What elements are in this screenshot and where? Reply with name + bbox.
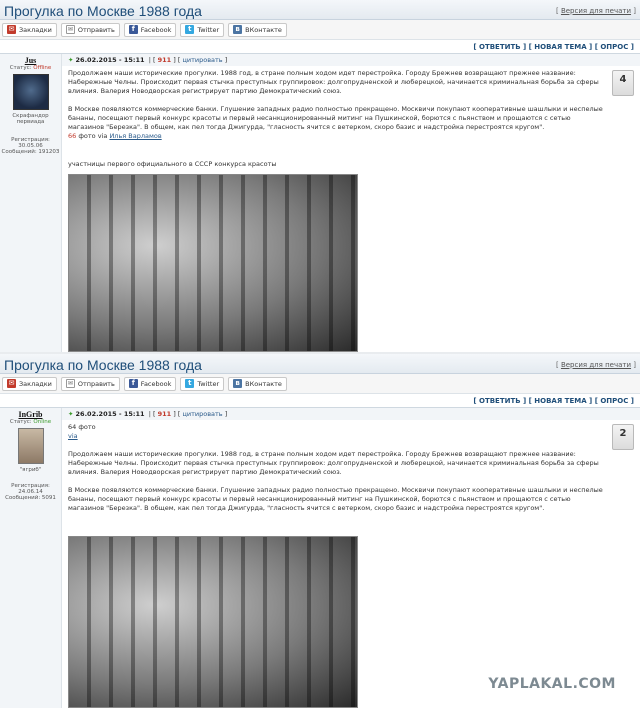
bookmark-button[interactable]: ✉ Закладки <box>2 22 57 37</box>
post-content: ✦ 26.02.2015 - 15:11 | [ 911 ] [ цитиров… <box>62 54 640 352</box>
post-date: 26.02.2015 - 15:11 <box>75 410 145 418</box>
author-status: Online <box>33 419 52 425</box>
topic-title: Прогулка по Москве 1988 года <box>4 2 202 19</box>
share-bar: ✉ Закладки ✉ Отправить f Facebook t Twitter … <box>0 20 640 40</box>
author-nick: "ягриб" <box>19 467 42 473</box>
vk-icon: в <box>233 379 243 388</box>
rating-badge[interactable]: 4 <box>612 70 634 96</box>
print-version-link[interactable]: Версия для печати <box>561 361 631 369</box>
topic-actions[interactable]: [ ОТВЕТИТЬ ] [ НОВАЯ ТЕМА ] [ ОПРОС ] <box>0 394 640 408</box>
post-text: 64 фото via Продолжаем наши исторические… <box>68 423 608 513</box>
twitter-icon: t <box>185 379 195 388</box>
print-version: [ Версия для печати ] <box>555 6 636 15</box>
photo-source: 66 фото via Илья Варламов <box>68 132 162 140</box>
vk-button[interactable]: в ВКонтакте <box>228 376 287 391</box>
paragraph: Продолжаем наши исторические прогулки. 1… <box>68 450 599 476</box>
author-status: Offline <box>33 65 52 71</box>
photo-caption: участницы первого официального в СССР ко… <box>68 160 277 168</box>
bookmark-icon: ✉ <box>7 25 16 34</box>
avatar <box>12 74 49 110</box>
post-meta: ✦ 26.02.2015 - 15:11 | [ 911 ] [ цитиров… <box>62 54 640 66</box>
print-version: [ Версия для печати ] <box>555 360 636 369</box>
via-link[interactable]: via <box>68 432 78 440</box>
author-name[interactable]: Jus <box>0 56 61 65</box>
author-messages: Сообщений: 19120З <box>1 149 60 155</box>
post-icon: ✦ <box>68 410 74 418</box>
beauty-contest-photo <box>68 536 358 708</box>
post-meta: ✦ 26.02.2015 - 15:11 | [ 911 ] [ цитиров… <box>62 408 640 420</box>
author-messages: Сообщений: 5091 <box>5 495 56 501</box>
photo-count: 64 фото <box>68 423 96 431</box>
beauty-contest-photo <box>68 174 358 352</box>
author-panel: Jus Статус: Offline Скрафандор первиада … <box>0 54 62 352</box>
post-count[interactable]: 911 <box>158 56 172 64</box>
post-icon: ✦ <box>68 56 74 64</box>
rating-badge[interactable]: 2 <box>612 424 634 450</box>
post-count[interactable]: 911 <box>158 410 172 418</box>
author-registration: Регистрация: 30.05.06 <box>11 137 50 149</box>
post-text: Продолжаем наши исторические прогулки. 1… <box>68 69 608 169</box>
paragraph: Продолжаем наши исторические прогулки. 1… <box>68 69 599 95</box>
envelope-icon: ✉ <box>65 25 75 34</box>
paragraph: В Москве появляются коммерческие банки. … <box>68 105 603 131</box>
author-link[interactable]: Илья Варламов <box>109 132 161 140</box>
send-button[interactable]: ✉ Отправить <box>60 22 120 37</box>
paragraph: В Москве появляются коммерческие банки. … <box>68 486 603 512</box>
topic-header: Прогулка по Москве 1988 года [ Версия дл… <box>0 0 640 20</box>
quote-link[interactable]: цитировать <box>182 56 222 64</box>
twitter-button[interactable]: t Twitter <box>180 376 225 391</box>
bookmark-icon: ✉ <box>7 379 16 388</box>
post-panel-1: Прогулка по Москве 1988 года [ Версия дл… <box>0 0 640 352</box>
share-bar: ✉ Закладки ✉ Отправить f Facebook t Twitter … <box>0 374 640 394</box>
facebook-button[interactable]: f Facebook <box>123 22 177 37</box>
facebook-icon: f <box>128 379 138 388</box>
twitter-button[interactable]: t Twitter <box>180 22 225 37</box>
vk-button[interactable]: в ВКонтакте <box>228 22 287 37</box>
author-panel: InGrib Статус: Online "ягриб" Регистраци… <box>0 408 62 708</box>
author-registration: Регистрация: 24.06.14 <box>11 483 50 495</box>
quote-link[interactable]: цитировать <box>182 410 222 418</box>
facebook-button[interactable]: f Facebook <box>123 376 177 391</box>
topic-actions[interactable]: [ ОТВЕТИТЬ ] [ НОВАЯ ТЕМА ] [ ОПРОС ] <box>0 40 640 54</box>
post-date: 26.02.2015 - 15:11 <box>75 56 145 64</box>
avatar <box>17 428 44 464</box>
facebook-icon: f <box>128 25 138 34</box>
author-name[interactable]: InGrib <box>0 410 61 419</box>
bookmark-button[interactable]: ✉ Закладки <box>2 376 57 391</box>
post-content: ✦ 26.02.2015 - 15:11 | [ 911 ] [ цитиров… <box>62 408 640 708</box>
watermark: YAPLAKAL.COM <box>488 676 616 692</box>
topic-header: Прогулка по Москве 1988 года [ Версия дл… <box>0 354 640 374</box>
topic-title: Прогулка по Москве 1988 года <box>4 356 202 373</box>
envelope-icon: ✉ <box>65 379 75 388</box>
vk-icon: в <box>233 25 243 34</box>
twitter-icon: t <box>185 25 195 34</box>
send-button[interactable]: ✉ Отправить <box>60 376 120 391</box>
print-version-link[interactable]: Версия для печати <box>561 7 631 15</box>
post-panel-2: Прогулка по Москве 1988 года [ Версия дл… <box>0 354 640 710</box>
author-role: Скрафандор первиада <box>12 113 49 125</box>
